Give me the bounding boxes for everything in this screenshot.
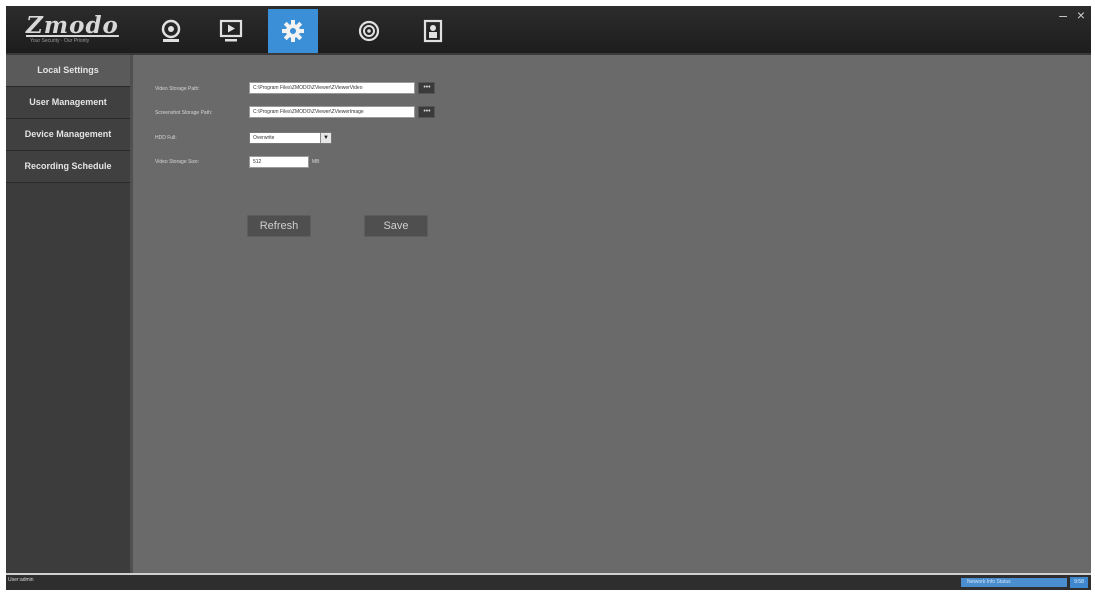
chevron-down-icon: ▼	[320, 133, 331, 143]
refresh-button[interactable]: Refresh	[247, 215, 311, 237]
minimize-button[interactable]: –	[1059, 8, 1067, 22]
video-size-input[interactable]: 512	[249, 156, 309, 168]
logo-tagline: Your Security · Our Priority	[30, 38, 90, 44]
tab-settings[interactable]	[268, 9, 318, 53]
tab-live-view[interactable]	[146, 9, 196, 53]
sidebar-item-local-settings[interactable]: Local Settings	[6, 55, 130, 87]
hdd-full-value: Overwrite	[253, 135, 275, 141]
status-user: User:admin	[8, 577, 34, 583]
status-bar: User:admin Network Info Status 9:58	[6, 573, 1091, 590]
user-logout-icon	[423, 19, 443, 43]
network-status-text: Network Info Status	[967, 579, 1011, 585]
playback-icon	[219, 19, 243, 42]
sidebar-item-recording-schedule[interactable]: Recording Schedule	[6, 151, 130, 183]
logo-text: Zmodo	[26, 12, 119, 39]
sidebar-item-user-management[interactable]: User Management	[6, 87, 130, 119]
screenshot-path-browse-button[interactable]: • • •	[418, 106, 435, 118]
settings-sidebar: Local Settings User Management Device Ma…	[6, 55, 133, 575]
screenshot-path-input[interactable]: C:\Program Files\ZMODO\ZViewer\ZViewerIm…	[249, 106, 415, 118]
status-time: 9:58	[1070, 577, 1088, 588]
tab-playback[interactable]	[206, 9, 256, 53]
camera-icon	[161, 19, 181, 42]
gear-icon	[282, 20, 304, 42]
cloud-sync-icon	[358, 20, 380, 42]
tab-logout[interactable]	[408, 9, 458, 53]
hdd-full-select[interactable]: Overwrite ▼	[249, 132, 332, 144]
tab-cloud[interactable]	[344, 9, 394, 53]
network-status[interactable]: Network Info Status	[961, 578, 1067, 587]
close-button[interactable]: ×	[1077, 8, 1085, 22]
video-path-label: Video Storage Path:	[155, 86, 200, 92]
zmodo-logo: Zmodo Your Security · Our Priority	[26, 14, 136, 46]
app-window: Zmodo Your Security · Our Priority – × L…	[6, 6, 1091, 590]
sidebar-item-device-management[interactable]: Device Management	[6, 119, 130, 151]
video-path-input[interactable]: C:\Program Files\ZMODO\ZViewer\ZViewerVi…	[249, 82, 415, 94]
save-button[interactable]: Save	[364, 215, 428, 237]
video-path-browse-button[interactable]: • • •	[418, 82, 435, 94]
video-size-label: Video Storage Size:	[155, 159, 200, 165]
video-size-unit: MB	[312, 159, 320, 165]
hdd-full-label: HDD Full:	[155, 135, 177, 141]
top-toolbar: Zmodo Your Security · Our Priority – ×	[6, 6, 1091, 55]
screenshot-path-label: Screenshot Storage Path:	[155, 110, 213, 116]
